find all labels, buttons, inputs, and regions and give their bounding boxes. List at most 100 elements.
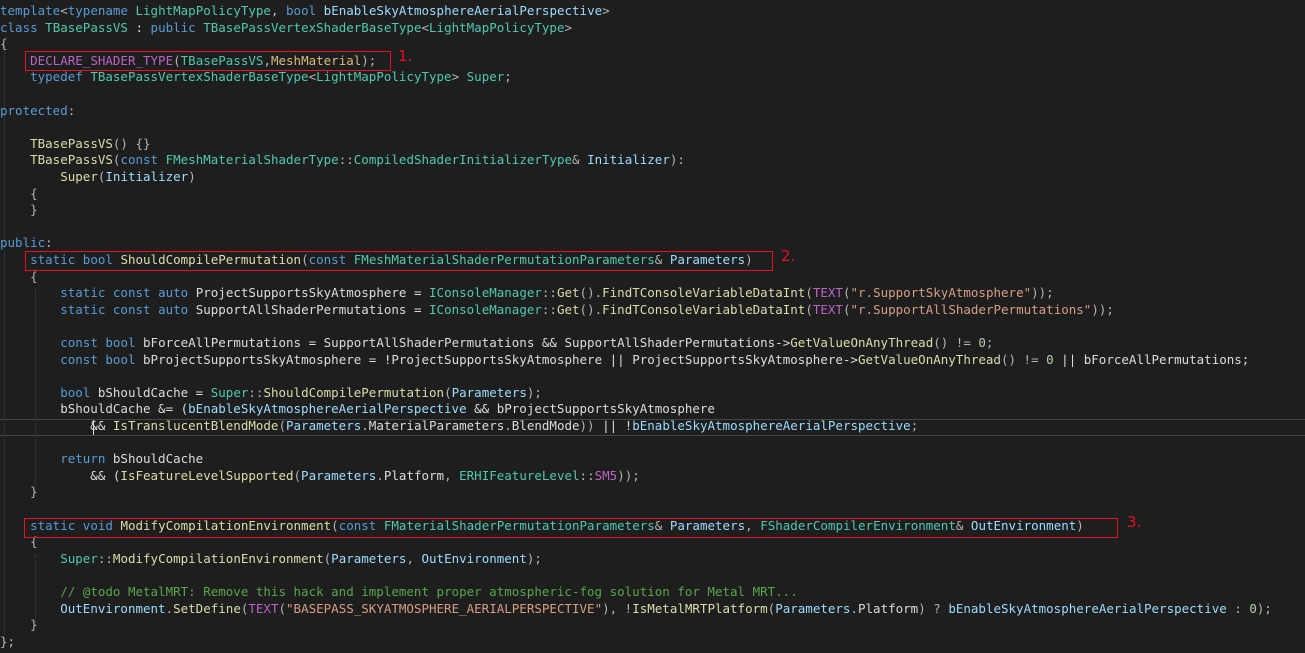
code-token: ( bbox=[842, 285, 851, 301]
code-token: Get bbox=[556, 285, 580, 301]
code-token: ) ? bbox=[918, 600, 949, 616]
code-token: Platform bbox=[858, 600, 919, 616]
code-token: && ( bbox=[0, 467, 121, 483]
code-token: < bbox=[60, 3, 68, 18]
code-token: 0 bbox=[1046, 351, 1054, 367]
code-token: TEXT bbox=[812, 285, 843, 301]
highlight-box-modify-compilation-environment bbox=[24, 518, 1118, 538]
code-token: ); bbox=[1256, 600, 1272, 616]
code-line: template<typename LightMapPolicyType, bo… bbox=[0, 2, 610, 19]
code-token: . bbox=[361, 418, 369, 433]
code-token: (). bbox=[579, 301, 603, 317]
code-token: && bbox=[0, 418, 113, 433]
code-token: BlendMode bbox=[511, 418, 580, 433]
code-token: "r.SupportSkyAtmosphere" bbox=[850, 285, 1032, 301]
code-token: < bbox=[308, 69, 317, 85]
code-token: : bbox=[45, 235, 53, 251]
code-line: // @todo MetalMRT: Remove this hack and … bbox=[0, 583, 798, 600]
code-token: Super bbox=[466, 69, 505, 85]
code-token: ModifyCompilationEnvironment bbox=[112, 550, 324, 566]
code-token: MaterialParameters bbox=[368, 418, 505, 433]
code-token: : bbox=[127, 19, 151, 35]
highlight-box-should-compile-permutation bbox=[25, 251, 773, 271]
code-token: :: bbox=[541, 285, 557, 301]
code-token: > bbox=[564, 19, 573, 35]
code-line: } bbox=[0, 483, 38, 500]
code-token: } bbox=[30, 617, 38, 633]
code-line: Super(Initializer) bbox=[0, 168, 196, 185]
code-token: Initializer bbox=[105, 169, 189, 184]
code-token: )) bbox=[579, 418, 595, 433]
code-token: TEXT bbox=[812, 301, 843, 317]
code-line: return bShouldCache bbox=[0, 450, 203, 467]
code-token: :: bbox=[541, 301, 557, 317]
code-token: ; bbox=[910, 418, 919, 433]
code-token: . bbox=[504, 418, 512, 433]
code-token: OutEnvironment bbox=[60, 600, 166, 616]
code-line: { bbox=[0, 35, 8, 52]
code-token: FMeshMaterialShaderType bbox=[165, 152, 339, 168]
code-line: } bbox=[0, 201, 38, 218]
code-token: typename bbox=[67, 3, 128, 18]
code-token: ( bbox=[842, 301, 851, 317]
code-token: ( bbox=[444, 384, 452, 400]
code-line: protected: bbox=[0, 102, 75, 119]
code-token: const bbox=[60, 335, 98, 350]
code-token: { bbox=[0, 36, 8, 52]
code-token: Parameters bbox=[301, 467, 377, 483]
annotation-label-2: 2. bbox=[781, 247, 796, 265]
code-token: Parameters bbox=[286, 418, 362, 433]
code-token: public bbox=[150, 19, 196, 35]
code-line: TBasePassVS(const FMeshMaterialShaderTyp… bbox=[0, 151, 685, 168]
code-token: :: bbox=[248, 384, 264, 400]
code-token: const bbox=[112, 285, 151, 301]
code-token: 0 bbox=[978, 335, 986, 350]
code-token: Parameters bbox=[451, 384, 527, 400]
code-token: bEnableSkyAtmosphereAerialPerspective bbox=[632, 418, 911, 433]
code-token: :: bbox=[579, 467, 595, 483]
code-token: (). bbox=[579, 285, 603, 301]
code-token: )); bbox=[617, 467, 640, 483]
code-token: bShouldCache = bbox=[90, 384, 211, 400]
code-token: } bbox=[30, 484, 38, 500]
code-token: Get bbox=[556, 301, 580, 317]
code-token: > bbox=[602, 3, 610, 18]
code-line: class TBasePassVS : public TBasePassVert… bbox=[0, 19, 572, 36]
code-token: ERHIFeatureLevel bbox=[459, 467, 580, 483]
code-token: () != bbox=[1000, 351, 1047, 367]
code-token: Parameters bbox=[331, 550, 407, 566]
code-token: bForceAllPermutations = SupportAllShader… bbox=[135, 335, 791, 350]
code-line: const bool bProjectSupportsSkyAtmosphere… bbox=[0, 351, 1249, 368]
code-token: typedef bbox=[30, 69, 83, 85]
code-token: return bbox=[60, 451, 106, 467]
code-token: || bForceAllPermutations; bbox=[1053, 351, 1250, 367]
code-line: const bool bForceAllPermutations = Suppo… bbox=[0, 334, 993, 351]
code-token: . bbox=[165, 600, 174, 616]
code-token: template bbox=[0, 3, 61, 18]
code-token: // @todo MetalMRT: Remove this hack and … bbox=[60, 584, 798, 599]
code-token: }; bbox=[0, 633, 16, 649]
code-token: bool bbox=[105, 351, 136, 367]
code-token: ShouldCompilePermutation bbox=[263, 384, 445, 400]
code-token: bool bbox=[60, 384, 91, 400]
code-token: bEnableSkyAtmosphereAerialPerspective bbox=[323, 3, 603, 18]
code-token: : bbox=[1226, 600, 1250, 616]
annotation-label-3: 3. bbox=[1127, 513, 1142, 531]
code-token: & bbox=[572, 152, 588, 168]
code-token: bShouldCache &= ( bbox=[0, 401, 189, 417]
code-token: GetValueOnAnyThread bbox=[790, 335, 934, 350]
code-token: auto bbox=[158, 285, 189, 301]
code-token: const bbox=[120, 152, 159, 168]
code-token: Super bbox=[60, 169, 98, 184]
code-editor[interactable]: template<typename LightMapPolicyType, bo… bbox=[0, 0, 1305, 653]
code-token: && bProjectSupportsSkyAtmosphere bbox=[466, 401, 715, 417]
code-token: ProjectSupportsSkyAtmosphere = bbox=[188, 285, 430, 301]
code-token: public bbox=[0, 235, 46, 251]
